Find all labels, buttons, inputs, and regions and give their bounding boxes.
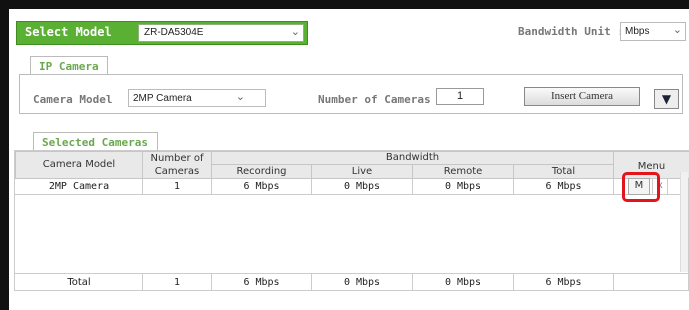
column-divider (412, 273, 413, 291)
number-of-cameras-label: Number of Cameras (318, 93, 431, 106)
chevron-down-icon: ⌄ (290, 26, 300, 38)
window-frame-left (0, 0, 9, 310)
footer-total: 6 Mbps (545, 277, 582, 288)
column-divider (613, 273, 614, 291)
cell-live: 0 Mbps (343, 181, 381, 192)
header-remote: Remote (412, 164, 514, 179)
bandwidth-unit-select[interactable]: Mbps ⌄ (620, 22, 686, 41)
column-divider (311, 179, 312, 195)
cell-recording: 6 Mbps (243, 181, 280, 192)
row-divider (15, 194, 689, 195)
header-recording: Recording (211, 164, 312, 179)
selected-cameras-table: Camera Model Number of Cameras Bandwidth… (14, 150, 689, 291)
cell-count: 1 (173, 181, 181, 192)
column-divider (211, 179, 212, 195)
insert-camera-button[interactable]: Insert Camera (524, 87, 640, 106)
cell-remote: 0 Mbps (444, 181, 482, 192)
number-of-cameras-input[interactable]: 1 (436, 88, 484, 105)
footer-divider (15, 273, 689, 274)
header-number-of-cameras: Number of Cameras (142, 151, 212, 179)
down-arrow-icon[interactable]: ▼ (654, 89, 679, 109)
column-divider (142, 273, 143, 291)
footer-remote: 0 Mbps (444, 277, 482, 288)
column-divider (513, 273, 514, 291)
cell-camera-model: 2MP Camera (48, 181, 110, 192)
chevron-down-icon: ⌄ (672, 24, 682, 36)
camera-model-select[interactable]: 2MP Camera ⌄ (128, 89, 266, 107)
model-select[interactable]: ZR-DA5304E ⌄ (138, 24, 304, 42)
bandwidth-unit-value: Mbps (625, 26, 650, 37)
header-bandwidth: Bandwidth (211, 151, 614, 165)
footer-recording: 6 Mbps (243, 277, 280, 288)
column-divider (513, 179, 514, 195)
window-frame-top (0, 0, 689, 9)
column-divider (211, 273, 212, 291)
cell-total: 6 Mbps (545, 181, 582, 192)
tab-ip-camera[interactable]: IP Camera (30, 56, 108, 75)
camera-model-label: Camera Model (33, 93, 113, 106)
footer-total-label: Total (67, 277, 91, 288)
chevron-down-icon: ⌄ (235, 91, 245, 103)
bandwidth-unit-label: Bandwidth Unit : (518, 25, 624, 38)
footer-count: 1 (173, 277, 181, 288)
table-scrollbar[interactable] (680, 172, 688, 272)
column-divider (142, 179, 143, 195)
camera-model-value: 2MP Camera (133, 93, 192, 104)
highlight-annotation (622, 172, 660, 202)
column-divider (311, 273, 312, 291)
model-select-value: ZR-DA5304E (144, 27, 204, 38)
footer-live: 0 Mbps (343, 277, 381, 288)
column-divider (412, 179, 413, 195)
header-camera-model: Camera Model (15, 151, 143, 179)
header-live: Live (311, 164, 413, 179)
select-model-bar: Select Model ZR-DA5304E ⌄ (16, 21, 308, 45)
column-divider (613, 179, 614, 195)
select-model-label: Select Model (25, 25, 112, 39)
tab-selected-cameras[interactable]: Selected Cameras (33, 132, 158, 151)
header-total: Total (513, 164, 614, 179)
